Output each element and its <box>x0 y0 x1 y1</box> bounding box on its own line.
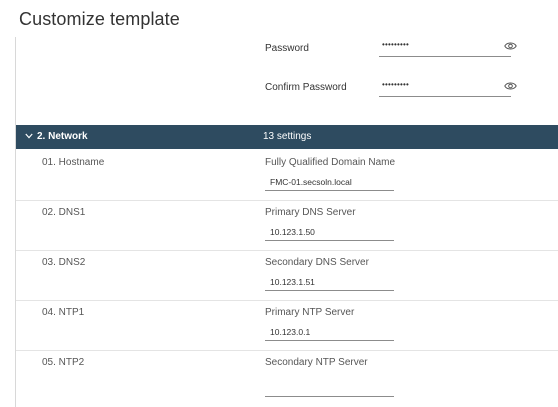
setting-row-ntp2: 05. NTP2 Secondary NTP Server <box>16 350 558 400</box>
section-settings-count: 13 settings <box>263 131 312 142</box>
password-value: ••••••••• <box>382 40 410 49</box>
eye-icon[interactable] <box>504 81 517 91</box>
ntp1-input[interactable]: 10.123.0.1 <box>265 323 394 341</box>
setting-description: Primary NTP Server <box>265 307 355 318</box>
setting-description: Secondary DNS Server <box>265 257 369 268</box>
setting-row-dns2: 03. DNS2 Secondary DNS Server 10.123.1.5… <box>16 250 558 301</box>
setting-description: Primary DNS Server <box>265 207 356 218</box>
setting-description: Fully Qualified Domain Name <box>265 157 396 168</box>
network-section-header[interactable]: 2. Network 13 settings <box>16 125 558 149</box>
eye-icon[interactable] <box>504 41 517 51</box>
dns1-input[interactable]: 10.123.1.50 <box>265 223 394 241</box>
hostname-value: FMC-01.secsoln.local <box>270 177 352 187</box>
page-title: Customize template <box>19 9 180 29</box>
setting-row-ntp1: 04. NTP1 Primary NTP Server 10.123.0.1 <box>16 300 558 351</box>
ntp2-input[interactable] <box>265 379 394 397</box>
ntp1-value: 10.123.0.1 <box>270 327 311 337</box>
setting-row-dns1: 02. DNS1 Primary DNS Server 10.123.1.50 <box>16 200 558 251</box>
confirm-password-field[interactable]: ••••••••• <box>379 78 517 97</box>
setting-description: Secondary NTP Server <box>265 357 368 368</box>
chevron-down-icon <box>25 133 33 139</box>
confirm-password-value: ••••••••• <box>382 80 410 89</box>
setting-label: 02. DNS1 <box>42 207 86 218</box>
confirm-password-label: Confirm Password <box>265 82 347 93</box>
dns2-input[interactable]: 10.123.1.51 <box>265 273 394 291</box>
hostname-input[interactable]: FMC-01.secsoln.local <box>265 173 394 191</box>
dns1-value: 10.123.1.50 <box>270 227 315 237</box>
password-label: Password <box>265 43 309 54</box>
section-title: 2. Network <box>37 131 88 142</box>
dns2-value: 10.123.1.51 <box>270 277 315 287</box>
setting-label: 05. NTP2 <box>42 357 85 368</box>
customize-template-page: Customize template Password ••••••••• Co… <box>0 0 558 407</box>
setting-label: 01. Hostname <box>42 157 105 168</box>
setting-label: 03. DNS2 <box>42 257 86 268</box>
setting-label: 04. NTP1 <box>42 307 85 318</box>
password-field[interactable]: ••••••••• <box>379 38 517 57</box>
setting-row-hostname: 01. Hostname Fully Qualified Domain Name… <box>16 150 558 201</box>
